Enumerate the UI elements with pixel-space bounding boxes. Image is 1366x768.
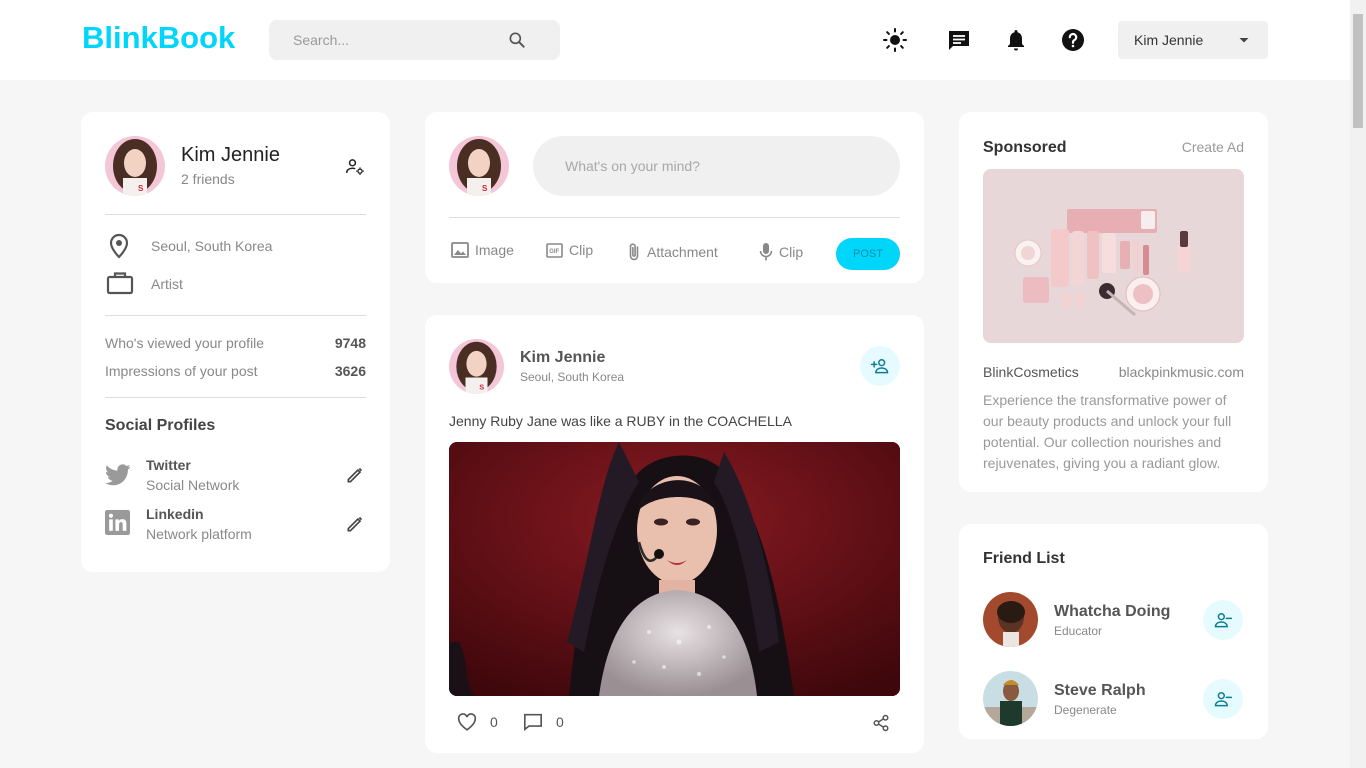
sponsored-card: Sponsored Create Ad BlinkCosmetics black… xyxy=(959,112,1268,492)
add-clip-button[interactable]: GIF Clip xyxy=(546,242,593,258)
post-photo[interactable] xyxy=(449,442,900,696)
sponsored-brand[interactable]: BlinkCosmetics xyxy=(983,364,1079,380)
add-audio-clip-button[interactable]: Clip xyxy=(759,242,803,262)
top-navbar: BlinkBook Kim Jennie xyxy=(0,0,1350,80)
profile-location: Seoul, South Korea xyxy=(151,238,273,254)
user-menu-select[interactable]: Kim Jennie xyxy=(1118,21,1268,59)
sponsored-ad-image[interactable] xyxy=(983,169,1244,343)
heart-icon[interactable] xyxy=(457,713,477,731)
like-count: 0 xyxy=(490,714,498,730)
post-author-location: Seoul, South Korea xyxy=(520,370,625,384)
search-input[interactable] xyxy=(269,20,499,60)
add-image-button[interactable]: Image xyxy=(451,242,514,258)
post-impressions-value: 3626 xyxy=(334,363,366,379)
add-attachment-label: Attachment xyxy=(647,244,718,260)
social-profiles-title: Social Profiles xyxy=(105,417,216,434)
linkedin-icon xyxy=(105,510,130,535)
add-audio-clip-label: Clip xyxy=(779,244,804,260)
add-clip-label: Clip xyxy=(569,242,594,258)
avatar[interactable]: S xyxy=(449,136,509,196)
chevron-down-icon xyxy=(1236,32,1252,48)
post-composer: S Image GIF Clip Attachment Clip POST xyxy=(425,112,924,283)
location-icon xyxy=(108,233,130,259)
gif-icon: GIF xyxy=(546,242,563,258)
social-linkedin-name[interactable]: Linkedin xyxy=(146,506,204,522)
feed-post: S Kim Jennie Seoul, South Korea Jenny Ru… xyxy=(425,315,924,753)
app-logo[interactable]: BlinkBook xyxy=(82,20,235,56)
post-author-name[interactable]: Kim Jennie xyxy=(520,349,605,367)
search-icon[interactable] xyxy=(507,30,527,50)
attachment-icon xyxy=(627,242,641,262)
remove-friend-button[interactable] xyxy=(1203,679,1243,719)
friend-role: Degenerate xyxy=(1054,703,1117,717)
divider xyxy=(105,397,366,398)
sponsored-site-link[interactable]: blackpinkmusic.com xyxy=(1119,364,1244,380)
manage-account-icon[interactable] xyxy=(345,157,365,177)
avatar[interactable] xyxy=(983,671,1038,726)
avatar[interactable]: S xyxy=(105,136,165,196)
divider xyxy=(105,315,366,316)
like-group[interactable]: 0 xyxy=(457,713,498,731)
profile-views-label: Who's viewed your profile xyxy=(105,335,265,351)
briefcase-icon xyxy=(106,271,134,295)
search-bar xyxy=(269,20,560,60)
profile-views-value: 9748 xyxy=(334,335,366,351)
svg-text:S: S xyxy=(479,382,484,391)
friend-role: Educator xyxy=(1054,624,1103,638)
notifications-icon[interactable] xyxy=(1004,28,1028,52)
svg-text:GIF: GIF xyxy=(549,249,559,255)
create-ad-link[interactable]: Create Ad xyxy=(1182,139,1244,155)
scrollbar-thumb[interactable] xyxy=(1353,14,1363,128)
friend-name[interactable]: Whatcha Doing xyxy=(1054,603,1170,621)
add-image-label: Image xyxy=(475,242,514,258)
microphone-icon xyxy=(759,242,773,262)
profile-friend-count: 2 friends xyxy=(181,171,235,187)
profile-card: S Kim Jennie 2 friends Seoul, South Kore… xyxy=(81,112,390,572)
profile-occupation: Artist xyxy=(151,276,183,292)
help-icon[interactable] xyxy=(1061,28,1085,52)
avatar[interactable] xyxy=(983,592,1038,647)
page-scrollbar[interactable] xyxy=(1350,0,1366,768)
social-linkedin-type: Network platform xyxy=(146,526,252,542)
svg-text:S: S xyxy=(138,184,144,193)
edit-twitter-icon[interactable] xyxy=(345,465,365,485)
remove-friend-button[interactable] xyxy=(1203,600,1243,640)
social-twitter-name[interactable]: Twitter xyxy=(146,457,191,473)
add-friend-button[interactable] xyxy=(860,346,900,386)
social-twitter-type: Social Network xyxy=(146,477,240,493)
comment-icon[interactable] xyxy=(523,713,543,731)
post-text-input[interactable] xyxy=(533,136,900,196)
image-icon xyxy=(451,242,469,258)
messages-icon[interactable] xyxy=(947,28,971,52)
comment-count: 0 xyxy=(556,714,564,730)
sponsored-title: Sponsored xyxy=(983,139,1067,156)
sponsored-description: Experience the transformative power of o… xyxy=(983,392,1232,471)
add-attachment-button[interactable]: Attachment xyxy=(627,242,718,262)
divider xyxy=(105,214,366,215)
post-button[interactable]: POST xyxy=(836,238,900,270)
light-mode-icon[interactable] xyxy=(883,28,907,52)
friend-list-title: Friend List xyxy=(983,550,1065,567)
avatar[interactable]: S xyxy=(449,339,504,394)
post-body-text: Jenny Ruby Jane was like a RUBY in the C… xyxy=(449,413,792,429)
user-menu-name: Kim Jennie xyxy=(1134,32,1204,48)
edit-linkedin-icon[interactable] xyxy=(345,514,365,534)
friend-name[interactable]: Steve Ralph xyxy=(1054,682,1146,700)
comment-group[interactable]: 0 xyxy=(523,713,564,731)
svg-text:S: S xyxy=(482,184,488,193)
divider xyxy=(449,217,900,218)
friend-list-card: Friend List Whatcha Doing Educator Steve… xyxy=(959,524,1268,739)
post-impressions-label: Impressions of your post xyxy=(105,363,258,379)
share-icon[interactable] xyxy=(872,714,890,732)
profile-name[interactable]: Kim Jennie xyxy=(181,144,280,167)
twitter-icon xyxy=(105,464,131,486)
